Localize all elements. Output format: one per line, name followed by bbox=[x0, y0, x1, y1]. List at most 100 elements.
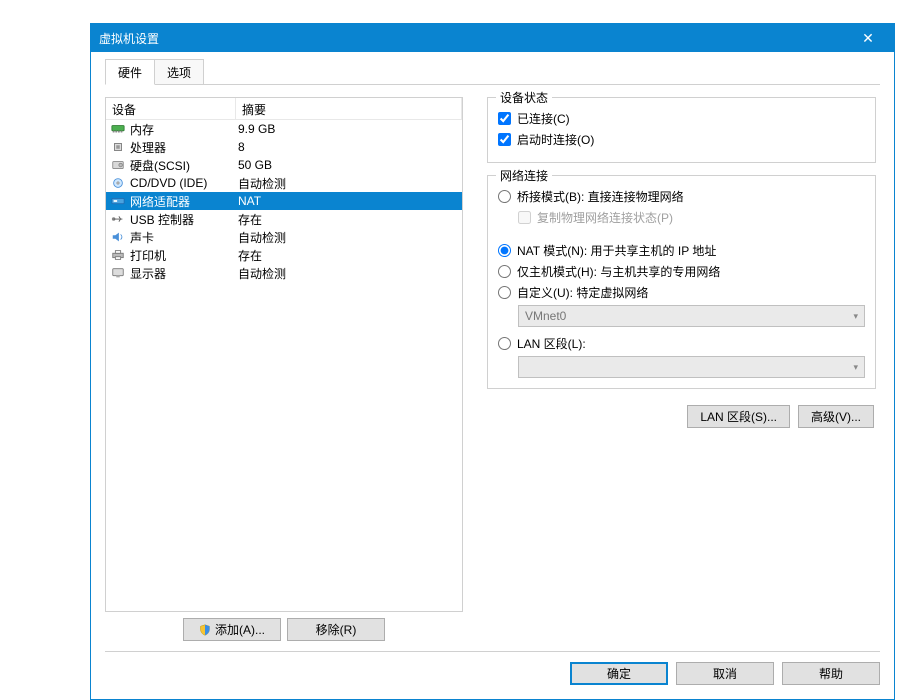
cell-summary: 自动检测 bbox=[236, 229, 462, 246]
col-header-summary[interactable]: 摘要 bbox=[236, 98, 462, 119]
table-row[interactable]: 内存9.9 GB bbox=[106, 120, 462, 138]
connected-checkbox[interactable] bbox=[498, 112, 511, 125]
lan-segment-radio-row[interactable]: LAN 区段(L): bbox=[498, 335, 865, 352]
hostonly-radio[interactable] bbox=[498, 265, 511, 278]
usb-icon bbox=[110, 212, 126, 226]
nat-radio-row[interactable]: NAT 模式(N): 用于共享主机的 IP 地址 bbox=[498, 242, 865, 259]
main-area: 设备 摘要 内存9.9 GB处理器8硬盘(SCSI)50 GBCD/DVD (I… bbox=[105, 89, 880, 641]
nat-label: NAT 模式(N): 用于共享主机的 IP 地址 bbox=[517, 242, 716, 259]
cancel-button[interactable]: 取消 bbox=[676, 662, 774, 685]
network-connection-group: 网络连接 桥接模式(B): 直接连接物理网络 复制物理网络连接状态(P) NAT… bbox=[487, 175, 876, 389]
cell-device: CD/DVD (IDE) bbox=[106, 176, 236, 190]
table-row[interactable]: 硬盘(SCSI)50 GB bbox=[106, 156, 462, 174]
cell-device: 硬盘(SCSI) bbox=[106, 157, 236, 174]
tabstrip: 硬件 选项 bbox=[105, 62, 880, 85]
custom-radio[interactable] bbox=[498, 286, 511, 299]
table-row[interactable]: 声卡 自动检测 bbox=[106, 228, 462, 246]
vmnet-value: VMnet0 bbox=[525, 309, 566, 323]
memory-icon bbox=[110, 122, 126, 136]
network-connection-legend: 网络连接 bbox=[496, 167, 552, 184]
connect-at-poweron-checkbox[interactable] bbox=[498, 133, 511, 146]
table-row[interactable]: 网络适配器 NAT bbox=[106, 192, 462, 210]
cpu-icon bbox=[110, 140, 126, 154]
device-table: 设备 摘要 内存9.9 GB处理器8硬盘(SCSI)50 GBCD/DVD (I… bbox=[105, 97, 463, 612]
left-pane: 设备 摘要 内存9.9 GB处理器8硬盘(SCSI)50 GBCD/DVD (I… bbox=[105, 97, 463, 641]
cell-summary: 存在 bbox=[236, 211, 462, 228]
advanced-button[interactable]: 高级(V)... bbox=[798, 405, 874, 428]
device-name: 网络适配器 bbox=[130, 193, 190, 210]
table-body: 内存9.9 GB处理器8硬盘(SCSI)50 GBCD/DVD (IDE)自动检… bbox=[106, 120, 462, 611]
device-name: 声卡 bbox=[130, 229, 154, 246]
custom-radio-row[interactable]: 自定义(U): 特定虚拟网络 bbox=[498, 284, 865, 301]
connect-at-poweron-label: 启动时连接(O) bbox=[517, 131, 594, 148]
add-button[interactable]: 添加(A)... bbox=[183, 618, 281, 641]
chevron-down-icon: ▾ bbox=[853, 362, 858, 373]
hostonly-radio-row[interactable]: 仅主机模式(H): 与主机共享的专用网络 bbox=[498, 263, 865, 280]
table-row[interactable]: 显示器 自动检测 bbox=[106, 264, 462, 282]
tab-options[interactable]: 选项 bbox=[154, 59, 204, 84]
help-button-label: 帮助 bbox=[819, 665, 843, 682]
display-icon bbox=[110, 266, 126, 280]
connected-checkbox-row[interactable]: 已连接(C) bbox=[498, 110, 865, 127]
table-header: 设备 摘要 bbox=[106, 98, 462, 120]
close-button[interactable]: ✕ bbox=[850, 24, 886, 52]
device-state-group: 设备状态 已连接(C) 启动时连接(O) bbox=[487, 97, 876, 163]
printer-icon bbox=[110, 248, 126, 262]
chevron-down-icon: ▾ bbox=[853, 311, 858, 322]
cell-summary: 8 bbox=[236, 140, 462, 154]
cell-device: USB 控制器 bbox=[106, 211, 236, 228]
cancel-button-label: 取消 bbox=[713, 665, 737, 682]
replicate-checkbox bbox=[518, 211, 531, 224]
disk-icon bbox=[110, 158, 126, 172]
table-row[interactable]: USB 控制器 存在 bbox=[106, 210, 462, 228]
cell-summary: 存在 bbox=[236, 247, 462, 264]
device-name: USB 控制器 bbox=[130, 211, 194, 228]
remove-button-label: 移除(R) bbox=[316, 621, 357, 638]
dialog-footer: 确定 取消 帮助 bbox=[105, 651, 880, 685]
cell-device: 打印机 bbox=[106, 247, 236, 264]
network-group-buttons: LAN 区段(S)... 高级(V)... bbox=[487, 405, 876, 428]
sound-icon bbox=[110, 230, 126, 244]
cell-device: 网络适配器 bbox=[106, 193, 236, 210]
device-name: 内存 bbox=[130, 121, 154, 138]
left-buttons: 添加(A)... 移除(R) bbox=[105, 612, 463, 641]
connect-at-poweron-checkbox-row[interactable]: 启动时连接(O) bbox=[498, 131, 865, 148]
device-name: 处理器 bbox=[130, 139, 166, 156]
lan-segment-radio[interactable] bbox=[498, 337, 511, 350]
cell-summary: NAT bbox=[236, 194, 462, 208]
vmnet-select: VMnet0 ▾ bbox=[518, 305, 865, 327]
remove-button[interactable]: 移除(R) bbox=[287, 618, 385, 641]
cd-icon bbox=[110, 176, 126, 190]
device-name: 显示器 bbox=[130, 265, 166, 282]
nat-radio[interactable] bbox=[498, 244, 511, 257]
lan-segment-label: LAN 区段(L): bbox=[517, 335, 586, 352]
device-name: CD/DVD (IDE) bbox=[130, 176, 207, 190]
device-name: 打印机 bbox=[130, 247, 166, 264]
cell-summary: 自动检测 bbox=[236, 265, 462, 282]
custom-label: 自定义(U): 特定虚拟网络 bbox=[517, 284, 648, 301]
hostonly-label: 仅主机模式(H): 与主机共享的专用网络 bbox=[517, 263, 720, 280]
table-row[interactable]: 处理器 8 bbox=[106, 138, 462, 156]
dialog-body: 硬件 选项 设备 摘要 内存9.9 GB处理器8硬盘(SCSI)50 GBCD/… bbox=[91, 52, 894, 699]
tab-hardware[interactable]: 硬件 bbox=[105, 59, 155, 85]
lan-segment-select: ▾ bbox=[518, 356, 865, 378]
shield-icon bbox=[199, 624, 211, 636]
lan-segments-button[interactable]: LAN 区段(S)... bbox=[687, 405, 790, 428]
ok-button[interactable]: 确定 bbox=[570, 662, 668, 685]
cell-device: 显示器 bbox=[106, 265, 236, 282]
dialog-title: 虚拟机设置 bbox=[99, 30, 850, 47]
help-button[interactable]: 帮助 bbox=[782, 662, 880, 685]
replicate-label: 复制物理网络连接状态(P) bbox=[537, 209, 673, 226]
bridged-radio-row[interactable]: 桥接模式(B): 直接连接物理网络 bbox=[498, 188, 865, 205]
table-row[interactable]: 打印机 存在 bbox=[106, 246, 462, 264]
table-row[interactable]: CD/DVD (IDE)自动检测 bbox=[106, 174, 462, 192]
cell-device: 处理器 bbox=[106, 139, 236, 156]
cell-device: 内存 bbox=[106, 121, 236, 138]
replicate-checkbox-row: 复制物理网络连接状态(P) bbox=[518, 209, 865, 226]
bridged-radio[interactable] bbox=[498, 190, 511, 203]
device-name: 硬盘(SCSI) bbox=[130, 157, 190, 174]
ok-button-label: 确定 bbox=[607, 665, 631, 682]
vm-settings-dialog: 虚拟机设置 ✕ 硬件 选项 设备 摘要 内存9.9 GB处理器 8 硬盘(SCSI)… bbox=[90, 23, 895, 700]
col-header-device[interactable]: 设备 bbox=[106, 98, 236, 119]
net-icon bbox=[110, 194, 126, 208]
